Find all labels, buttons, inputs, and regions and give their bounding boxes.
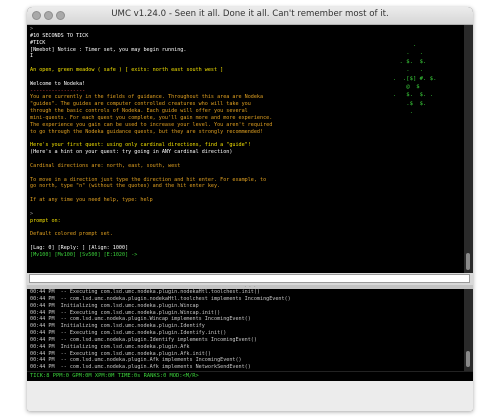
command-input[interactable] — [29, 274, 470, 283]
output-line: "guides". The guides are computer contro… — [30, 101, 251, 108]
plugin-log-scrollbar[interactable] — [464, 289, 473, 371]
minimap-row: . — [386, 109, 444, 116]
output-line: to go through the Nodeka guidance quests… — [30, 128, 264, 135]
output-line: Welcome to Nodeka! — [30, 80, 86, 87]
output-line: #10 SECONDS TO TICK — [30, 32, 89, 39]
minimap-row: . . — [386, 67, 444, 74]
log-line: 00:44 PM -- com.lsd.umc.nodeka.plugin.Af… — [30, 357, 242, 364]
output-line: go north, type "n" (without the quotes) … — [30, 183, 221, 190]
output-line: (Here's a hint on your quest: try going … — [30, 149, 233, 156]
plugin-log[interactable]: 00:44 PM -- Executing com.lsd.umc.nodeka… — [27, 289, 464, 371]
log-line: 00:44 PM -- Executing com.lsd.umc.nodeka… — [30, 330, 227, 337]
output-line: Cardinal directions are: north, east, so… — [30, 162, 181, 169]
output-line: You are currently in the fields of guida… — [30, 94, 264, 101]
minimap: . . . . $. $. . . . .[$] #. $. @ $ . $. … — [386, 41, 462, 131]
window-title: UMC v1.24.0 - Seen it all. Done it all. … — [111, 9, 389, 19]
output-line: [Mv100] [Mv100] [Sv500] [E:1020] -> — [30, 251, 138, 258]
minimap-row: . — [386, 42, 444, 48]
minimap-row: . $. $. . — [386, 92, 444, 99]
output-line: If at any time you need help, type: help — [30, 197, 153, 204]
minimap-row: .$ $. — [386, 100, 444, 107]
title-bar[interactable]: UMC v1.24.0 - Seen it all. Done it all. … — [27, 7, 473, 25]
output-line: > — [30, 26, 34, 32]
minimap-row: . $. $. — [386, 58, 444, 65]
minimap-row: @ $ — [386, 83, 444, 90]
output-line: Here's your first quest: using only card… — [30, 142, 251, 149]
log-line: 00:44 PM Initializing com.lsd.umc.nodeka… — [30, 343, 190, 350]
log-line: 00:44 PM Initializing com.lsd.umc.nodeka… — [30, 302, 199, 309]
main-output-scrollbar[interactable] — [464, 25, 473, 273]
log-line: 00:44 PM Initializing com.lsd.umc.nodeka… — [30, 323, 205, 330]
output-line: prompt on: — [30, 217, 61, 224]
output-line: [Nmebot] Notice : Timer set, you may beg… — [30, 46, 187, 53]
main-output-lines: > #10 SECONDS TO TICK #TICK [Nmebot] Notice… — [30, 26, 360, 259]
output-line: Default colored prompt set. — [30, 231, 113, 238]
output-line: through the basic controls of Nodeka. Ea… — [30, 108, 248, 115]
log-line: 00:44 PM -- Executing com.lsd.umc.nodeka… — [30, 309, 221, 316]
log-line: 00:44 PM -- com.lsd.umc.nodeka.plugin.Af… — [30, 364, 251, 371]
log-line: 00:44 PM -- Executing com.lsd.umc.nodeka… — [30, 289, 261, 295]
output-line: To move in a direction just type the dir… — [30, 176, 267, 183]
output-line: The experience you gain can be used to i… — [30, 121, 273, 128]
output-line: [Lag: 0] [Reply: ] [Align: 1000] — [30, 245, 129, 251]
log-line: 00:44 PM -- com.lsd.umc.nodeka.plugin.Wi… — [30, 316, 251, 323]
status-bar: TICK:8 PPM:0 GPM:0M XPM:0M TIME:0s RANKS… — [27, 371, 473, 381]
window-bottom-area — [27, 381, 473, 411]
log-line: 00:44 PM -- Executing com.lsd.umc.nodeka… — [30, 350, 211, 357]
output-line: > — [30, 210, 34, 217]
output-line: ------------------ — [30, 87, 86, 94]
main-output[interactable]: > #10 SECONDS TO TICK #TICK [Nmebot] Notice… — [27, 25, 464, 273]
output-line: I — [30, 53, 34, 60]
minimap-row: . . — [386, 50, 444, 57]
output-line: #TICK — [30, 39, 46, 46]
log-line: 00:44 PM -- com.lsd.umc.nodeka.plugin.no… — [30, 295, 291, 302]
minimap-row: . .[$] #. $. — [386, 75, 444, 82]
output-line: mini-quests. For each quest you complete… — [30, 114, 273, 121]
output-line: An open, green meadow ( safe ) [ exits: … — [30, 67, 224, 74]
plugin-log-scroll-thumb[interactable] — [466, 351, 470, 367]
main-output-scroll-thumb[interactable] — [466, 253, 470, 270]
app-window: UMC v1.24.0 - Seen it all. Done it all. … — [27, 7, 473, 411]
log-line: 00:44 PM -- com.lsd.umc.nodeka.plugin.Id… — [30, 336, 257, 343]
